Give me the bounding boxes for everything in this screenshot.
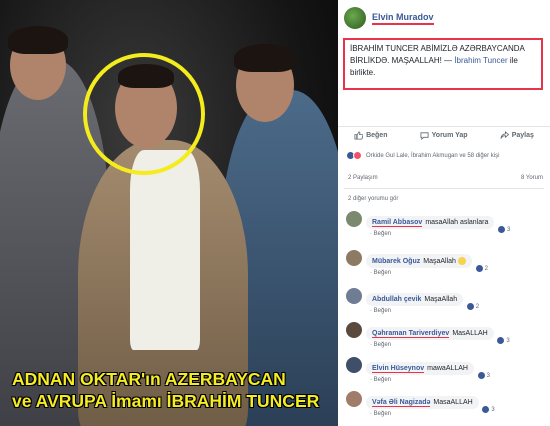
post-panel: Elvin Muradov İBRAHİM TUNCER ABİMİZLƏ AZ… — [338, 0, 550, 426]
comment-item: Abdullah çevik MaşaAllah 2 · Beğen — [346, 288, 546, 314]
person-center-shirt — [130, 150, 200, 350]
like-badge-icon — [466, 303, 474, 310]
comment-item: Qəhraman Tariverdiyev MasALLAH 3 · Beğen — [346, 322, 546, 348]
hair-right — [234, 44, 296, 72]
comment-bubble: Elvin Hüseynov mawaALLAH 3 — [366, 362, 492, 379]
commenter-avatar[interactable] — [346, 250, 362, 266]
share-icon — [500, 131, 509, 139]
comment-bubble: Qəhraman Tariverdiyev MasALLAH 3 — [366, 327, 512, 344]
author-avatar[interactable] — [344, 7, 366, 29]
like-badge-icon — [475, 265, 483, 273]
comment-item: Elvin Hüseynov mawaALLAH 3 · Beğen — [346, 357, 546, 383]
comment-likes-count: 3 — [486, 372, 490, 379]
commenter-name[interactable]: Mübarek Oğuz — [372, 258, 420, 265]
comment-bubble: Mübarek Oğuz MaşaAllah 2 — [366, 254, 490, 273]
caption-line-1: ADNAN OKTAR'ın AZERBAYCAN — [12, 369, 286, 389]
commenter-avatar[interactable] — [346, 211, 362, 227]
comment-bubble: Vəfa Əli Nagizadə MasaALLAH 3 — [366, 396, 497, 413]
comments-count[interactable]: 8 Yorum — [521, 175, 543, 181]
commenter-avatar[interactable] — [346, 391, 362, 407]
comment-label: Yorum Yap — [431, 132, 468, 139]
comment-text: MasALLAH — [452, 330, 488, 337]
shares-count[interactable]: 2 Paylaşım — [348, 175, 378, 181]
comment-like-link[interactable]: · Beğen — [370, 342, 494, 348]
comment-text: masaAllah aslanlara — [425, 219, 489, 226]
commenter-avatar[interactable] — [346, 322, 362, 338]
post-stats: 2 Paylaşım 8 Yorum — [348, 175, 543, 181]
comment-likes-count: 2 — [475, 303, 480, 310]
post-photo[interactable]: ADNAN OKTAR'ın AZERBAYCAN ve AVRUPA İmam… — [0, 0, 338, 426]
comment-like-link[interactable]: · Beğen — [370, 308, 463, 314]
comment-icon — [420, 132, 429, 140]
like-badge-icon — [498, 226, 506, 233]
share-label: Paylaş — [511, 132, 534, 139]
post-actions: Beğen Yorum Yap Paylaş — [338, 126, 550, 144]
comment-text: mawaALLAH — [427, 365, 468, 372]
reactions-text: Orkide Gul Lale, İbrahim Akmugan ve 58 d… — [366, 152, 500, 159]
comment-like-link[interactable]: · Beğen — [370, 231, 494, 237]
share-button[interactable]: Paylaş — [500, 131, 534, 140]
smile-emoji-icon — [457, 257, 466, 266]
thumbs-up-icon — [354, 131, 364, 140]
comment-likes[interactable]: 3 — [480, 406, 497, 413]
reactions-summary[interactable]: Orkide Gul Lale, İbrahim Akmugan ve 58 d… — [346, 151, 499, 160]
post-text: İBRAHİM TUNCER ABİMİZLƏ AZƏRBAYCANDA BİR… — [343, 38, 543, 90]
divider — [344, 188, 544, 189]
commenter-name[interactable]: Elvin Hüseynov — [372, 365, 425, 373]
love-reaction-icon — [353, 151, 362, 160]
photo-caption: ADNAN OKTAR'ın AZERBAYCAN ve AVRUPA İmam… — [12, 368, 332, 412]
comment-likes-count: 3 — [491, 406, 495, 413]
comment-bubble: Abdullah çevik MaşaAllah 2 — [366, 293, 482, 310]
comment-like-link[interactable]: · Beğen — [370, 270, 472, 276]
comment-likes[interactable]: 2 — [473, 265, 490, 273]
like-badge-icon — [477, 372, 485, 379]
view-previous-comments[interactable]: 2 diğer yorumu gör — [348, 196, 398, 202]
comment-text: MasaALLAH — [433, 399, 473, 406]
comment-likes-count: 3 — [506, 337, 510, 344]
like-label: Beğen — [366, 132, 388, 139]
comment-text: MaşaAllah — [424, 296, 458, 303]
like-badge-icon — [482, 406, 490, 413]
comment-likes[interactable]: 3 — [475, 372, 492, 379]
commenter-name[interactable]: Abdullah çevik — [372, 296, 421, 303]
like-badge-icon — [497, 337, 505, 344]
comment-item: Mübarek Oğuz MaşaAllah 2 · Beğen — [346, 250, 546, 276]
post-header: Elvin Muradov — [344, 6, 434, 30]
comment-item: Ramil Abbasov masaAllah aslanlara 3 · Beğ… — [346, 211, 546, 237]
comment-like-link[interactable]: · Beğen — [370, 377, 474, 383]
commenter-name[interactable]: Vəfa Əli Nagizadə — [372, 399, 431, 407]
comment-likes-count: 2 — [484, 265, 488, 272]
comment-bubble: Ramil Abbasov masaAllah aslanlara 3 — [366, 216, 513, 233]
comment-item: Vəfa Əli Nagizadə MasaALLAH 3 · Beğen — [346, 391, 546, 417]
commenter-avatar[interactable] — [346, 357, 362, 373]
commenter-name[interactable]: Ramil Abbasov — [372, 219, 423, 227]
post-tag-link[interactable]: İbrahim Tuncer — [454, 56, 507, 65]
commenter-name[interactable]: Qəhraman Tariverdiyev — [372, 330, 450, 338]
comment-likes[interactable]: 3 — [496, 226, 513, 233]
comment-text: MaşaAllah — [423, 258, 456, 265]
caption-line-2: ve AVRUPA İmamı İBRAHİM TUNCER — [12, 391, 320, 411]
comment-like-link[interactable]: · Beğen — [370, 411, 479, 417]
highlight-circle — [83, 53, 205, 175]
author-name[interactable]: Elvin Muradov — [372, 12, 434, 25]
comment-button[interactable]: Yorum Yap — [420, 131, 468, 140]
comment-likes[interactable]: 2 — [464, 303, 482, 310]
like-button[interactable]: Beğen — [354, 131, 387, 140]
comment-likes[interactable]: 3 — [495, 337, 512, 344]
comment-likes-count: 3 — [507, 226, 511, 233]
hair-left — [8, 26, 68, 54]
commenter-avatar[interactable] — [346, 288, 362, 304]
